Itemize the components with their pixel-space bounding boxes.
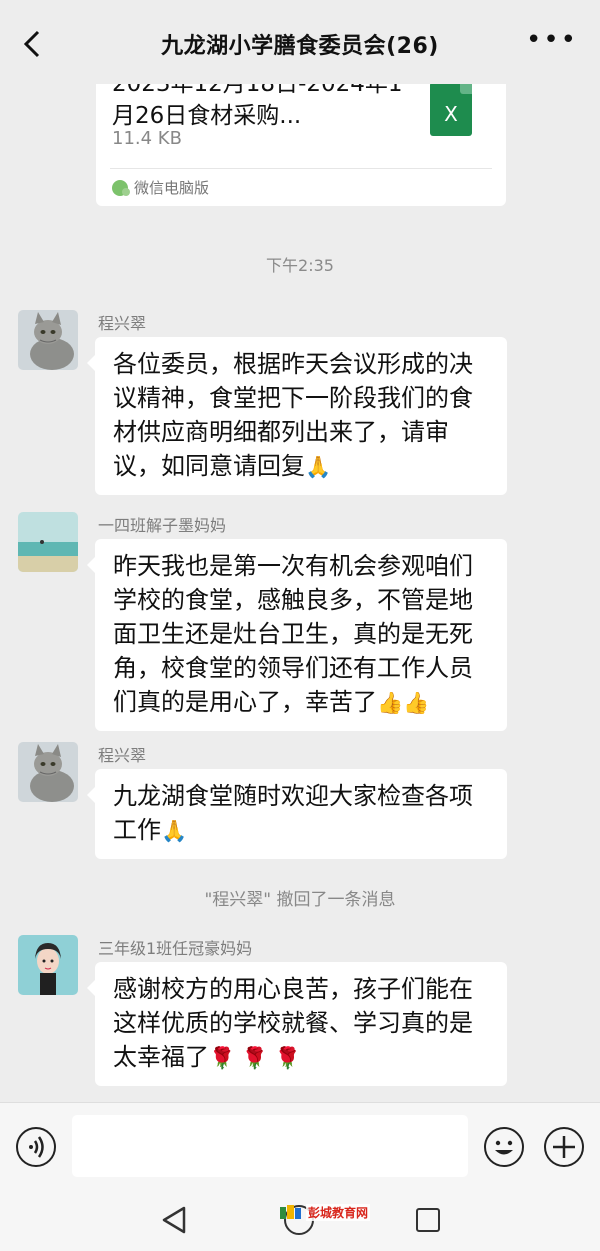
avatar[interactable] [18, 935, 78, 995]
avatar[interactable] [18, 742, 78, 802]
pray-emoji-icon: 🙏 [305, 455, 332, 479]
avatar[interactable] [18, 310, 78, 370]
message-input[interactable] [72, 1115, 468, 1177]
message-bubble[interactable]: 九龙湖食堂随时欢迎大家检查各项工作🙏 [87, 769, 507, 859]
message-text: 各位委员，根据昨天会议形成的决议精神，食堂把下一阶段我们的食材供应商明细都列出来… [113, 350, 473, 480]
message-bubble[interactable]: 感谢校方的用心良苦，孩子们能在这样优质的学校就餐、学习真的是太幸福了🌹 🌹 🌹 [87, 962, 507, 1086]
more-options-icon[interactable]: ••• [526, 27, 578, 53]
sender-name: 一四班解子墨妈妈 [98, 516, 227, 535]
system-nav-bar: 彭城教育网 [0, 1191, 600, 1251]
pray-emoji-icon: 🙏 [161, 819, 188, 843]
sender-name: 程兴翠 [98, 314, 147, 333]
message-bubble[interactable]: 昨天我也是第一次有机会参观咱们学校的食堂，感触良多，不管是地面卫生还是灶台卫生，… [87, 539, 507, 731]
voice-icon [29, 1136, 44, 1158]
divider [110, 168, 492, 169]
sender-name: 三年级1班任冠豪妈妈 [98, 939, 253, 958]
chat-title: 九龙湖小学膳食委员会(26) [161, 34, 439, 59]
excel-file-icon: X [430, 82, 472, 136]
chat-area[interactable]: 2023年12月18日-2024年1月26日食材采购... 11.4 KB X … [0, 0, 600, 1102]
watermark-text: 彭城教育网 [306, 1203, 371, 1221]
file-size: 11.4 KB [112, 128, 182, 149]
add-more-button[interactable] [544, 1127, 584, 1167]
wechat-pc-icon [112, 179, 130, 196]
emoji-button[interactable] [484, 1127, 524, 1167]
smiley-icon [495, 1140, 513, 1155]
watermark: 彭城教育网 [280, 1203, 371, 1221]
file-source: 微信电脑版 [112, 177, 209, 198]
nav-recent-apps-icon[interactable] [416, 1208, 440, 1232]
recall-notice: "程兴翠" 撤回了一条消息 [204, 890, 396, 910]
avatar[interactable] [18, 512, 78, 572]
back-arrow-icon[interactable] [18, 26, 48, 62]
chat-header: 九龙湖小学膳食委员会(26) ••• [0, 0, 600, 84]
sender-name: 程兴翠 [98, 746, 147, 765]
input-bar [0, 1102, 600, 1191]
rose-emoji-icon: 🌹 🌹 🌹 [209, 1046, 301, 1070]
watermark-logo-icon [280, 1205, 301, 1219]
nav-back-icon[interactable] [160, 1205, 188, 1235]
thumbs-up-emoji-icon: 👍👍 [377, 691, 430, 715]
message-bubble[interactable]: 各位委员，根据昨天会议形成的决议精神，食堂把下一阶段我们的食材供应商明细都列出来… [87, 337, 507, 495]
plus-icon [553, 1136, 575, 1158]
message-timestamp: 下午2:35 [266, 256, 334, 275]
voice-input-button[interactable] [16, 1127, 56, 1167]
